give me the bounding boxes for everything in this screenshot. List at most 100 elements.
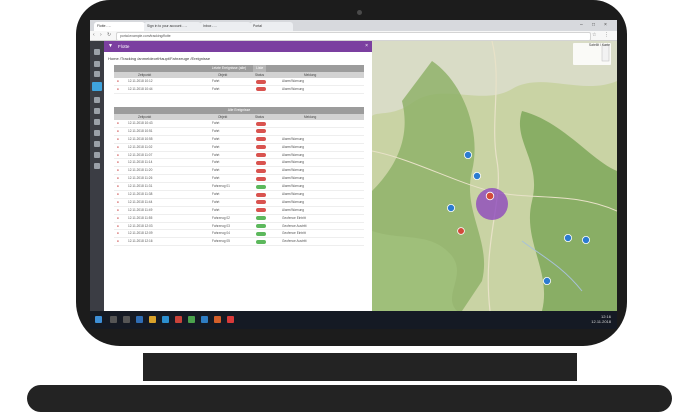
- cell-message: Geofence Austritt: [282, 239, 307, 244]
- cell-object: Fahrt: [212, 168, 220, 173]
- forward-icon[interactable]: ›: [100, 32, 102, 38]
- laptop-base: [27, 385, 672, 412]
- store-icon[interactable]: [162, 316, 169, 323]
- cell-time: 12.11.2018 10:44: [128, 86, 153, 91]
- browser-tab-flotte[interactable]: Flotte - ...: [94, 22, 145, 31]
- edge-icon[interactable]: [136, 316, 143, 323]
- event-marker-icon: ●: [117, 176, 119, 181]
- search-icon[interactable]: [110, 316, 117, 323]
- cell-message: Alarm/Warnung: [282, 160, 305, 165]
- table-row[interactable]: ● 12.11.2018 11:02 Fahrt Alarm/Warnung: [114, 144, 364, 152]
- maximize-icon[interactable]: □: [592, 22, 595, 28]
- table-row[interactable]: ● 12.11.2018 12:09 Fahrzeug 04 Geofence Ein…: [114, 230, 364, 239]
- map-canvas[interactable]: [372, 41, 617, 311]
- status-badge: [256, 153, 266, 158]
- table-row[interactable]: ● 12.11.2018 11:38 Fahrt Alarm/Warnung: [114, 191, 364, 199]
- cell-message: Alarm/Warnung: [282, 168, 305, 173]
- event-marker-icon: ●: [117, 207, 119, 212]
- status-badge: [256, 87, 266, 92]
- map-view[interactable]: Satellit / Karte: [372, 41, 617, 311]
- app-icon[interactable]: [227, 316, 234, 323]
- cell-time: 12.11.2018 11:02: [128, 144, 153, 149]
- settings-icon[interactable]: [94, 152, 100, 158]
- status-badge: [256, 129, 266, 134]
- table-row[interactable]: ● 12.11.2018 10:43 Fahrt: [114, 120, 364, 128]
- map-layer-switch[interactable]: Satellit / Karte: [589, 43, 610, 47]
- table-row[interactable]: ● 12.11.2018 11:20 Fahrt Alarm/Warnung: [114, 167, 364, 176]
- all-events-caption: Alle Ereignisse: [114, 107, 364, 114]
- word-icon[interactable]: [201, 316, 208, 323]
- powerpoint-icon[interactable]: [214, 316, 221, 323]
- laptop-screen: Flotte - ... Sign in to your account - .…: [90, 20, 617, 329]
- cell-time: 12.11.2018 10:43: [128, 121, 153, 125]
- table-row[interactable]: ● 12.11.2018 12:16 Fahrzeug 05 Geofence Aus…: [114, 238, 364, 247]
- start-icon[interactable]: [95, 316, 102, 323]
- cell-object: Fahrt: [212, 79, 220, 83]
- cell-time: 12.11.2018 10:51: [128, 128, 153, 133]
- event-marker-icon: ●: [117, 128, 119, 133]
- cell-message: Alarm/Warnung: [282, 152, 305, 157]
- event-marker-icon: ●: [117, 168, 119, 173]
- route-icon[interactable]: [94, 108, 100, 114]
- list-icon[interactable]: [94, 71, 100, 77]
- tracking-icon[interactable]: [92, 82, 102, 91]
- event-marker-icon: ●: [117, 121, 119, 125]
- back-icon[interactable]: ‹: [93, 32, 95, 38]
- table-row[interactable]: ● 12.11.2018 10:12 Fahrt Alarm/Warnung: [114, 78, 364, 86]
- table-row[interactable]: ● 12.11.2018 11:26 Fahrt Alarm/Warnung: [114, 175, 364, 184]
- table-row[interactable]: ● 12.11.2018 11:44 Fahrt Alarm/Warnung: [114, 199, 364, 207]
- cell-message: Alarm/Warnung: [282, 176, 305, 181]
- table-row[interactable]: ● 12.11.2018 11:31 Fahrzeug 01 Alarm/Warnun…: [114, 183, 364, 192]
- user-icon[interactable]: [94, 141, 100, 147]
- alarm-icon[interactable]: [94, 119, 100, 125]
- table-row[interactable]: ● 12.11.2018 10:51 Fahrt: [114, 128, 364, 136]
- panel-logo-icon: ▼: [108, 43, 113, 49]
- cell-time: 12.11.2018 10:55: [128, 136, 153, 141]
- vehicle-icon[interactable]: [94, 97, 100, 103]
- table-row[interactable]: ● 12.11.2018 11:14 Fahrt Alarm/Warnung: [114, 159, 364, 168]
- browser-tab-bar: Flotte - ... Sign in to your account - .…: [90, 20, 617, 31]
- table-row[interactable]: ● 12.11.2018 10:44 Fahrt Alarm/Warnung: [114, 86, 364, 94]
- chrome-icon[interactable]: [188, 316, 195, 323]
- latest-events-caption: Letzte Ereignisse (alle) Liste: [114, 65, 364, 72]
- latest-events-tab[interactable]: Liste: [253, 65, 267, 72]
- close-icon[interactable]: ×: [365, 41, 368, 52]
- minimize-icon[interactable]: –: [580, 22, 583, 28]
- cell-object: Fahrt: [212, 192, 220, 197]
- report-icon[interactable]: [94, 130, 100, 136]
- status-badge: [256, 231, 266, 236]
- mail-icon[interactable]: [175, 316, 182, 323]
- home-icon[interactable]: [94, 49, 100, 55]
- cell-object: Fahrt: [212, 86, 220, 91]
- task-view-icon[interactable]: [123, 316, 130, 323]
- cell-message: Alarm/Warnung: [282, 184, 305, 189]
- url-input[interactable]: portal.example.com/tracking/flotte: [116, 32, 591, 41]
- cell-object: Fahrt: [212, 199, 220, 204]
- dashboard-icon[interactable]: [94, 61, 100, 67]
- browser-tab-portal[interactable]: Portal: [250, 22, 293, 31]
- cell-time: 12.11.2018 11:44: [128, 199, 153, 204]
- status-badge: [256, 145, 266, 150]
- taskbar-clock[interactable]: 12:16 12.11.2018: [591, 314, 611, 324]
- cell-message: Alarm/Warnung: [282, 79, 305, 83]
- browser-tab-signin[interactable]: Sign in to your account - ...: [144, 22, 201, 31]
- browser-tab-inbox[interactable]: Inbox - ...: [200, 22, 251, 31]
- event-marker-icon: ●: [117, 79, 119, 83]
- close-window-icon[interactable]: ×: [604, 22, 607, 28]
- menu-icon[interactable]: ⋮: [604, 32, 609, 38]
- cell-time: 12.11.2018 11:49: [128, 207, 153, 212]
- table-row[interactable]: ● 12.11.2018 11:55 Fahrzeug 02 Geofence Ein…: [114, 215, 364, 223]
- help-icon[interactable]: [94, 163, 100, 169]
- event-marker-icon: ●: [117, 199, 119, 204]
- table-row[interactable]: ● 12.11.2018 12:03 Fahrzeug 03 Geofence Aus…: [114, 223, 364, 231]
- table-row[interactable]: ● 12.11.2018 11:49 Fahrt Alarm/Warnung: [114, 207, 364, 215]
- cell-object: Fahrt: [212, 207, 220, 212]
- bookmark-icon[interactable]: ☆: [592, 32, 596, 38]
- folder-icon[interactable]: [149, 316, 156, 323]
- cell-time: 12.11.2018 12:16: [128, 239, 153, 244]
- table-row[interactable]: ● 12.11.2018 10:55 Fahrt Alarm/Warnung: [114, 136, 364, 144]
- table-row[interactable]: ● 12.11.2018 11:07 Fahrt Alarm/Warnung: [114, 152, 364, 160]
- cell-message: Alarm/Warnung: [282, 192, 305, 197]
- cell-message: Alarm/Warnung: [282, 144, 305, 149]
- reload-icon[interactable]: ↻: [107, 32, 111, 38]
